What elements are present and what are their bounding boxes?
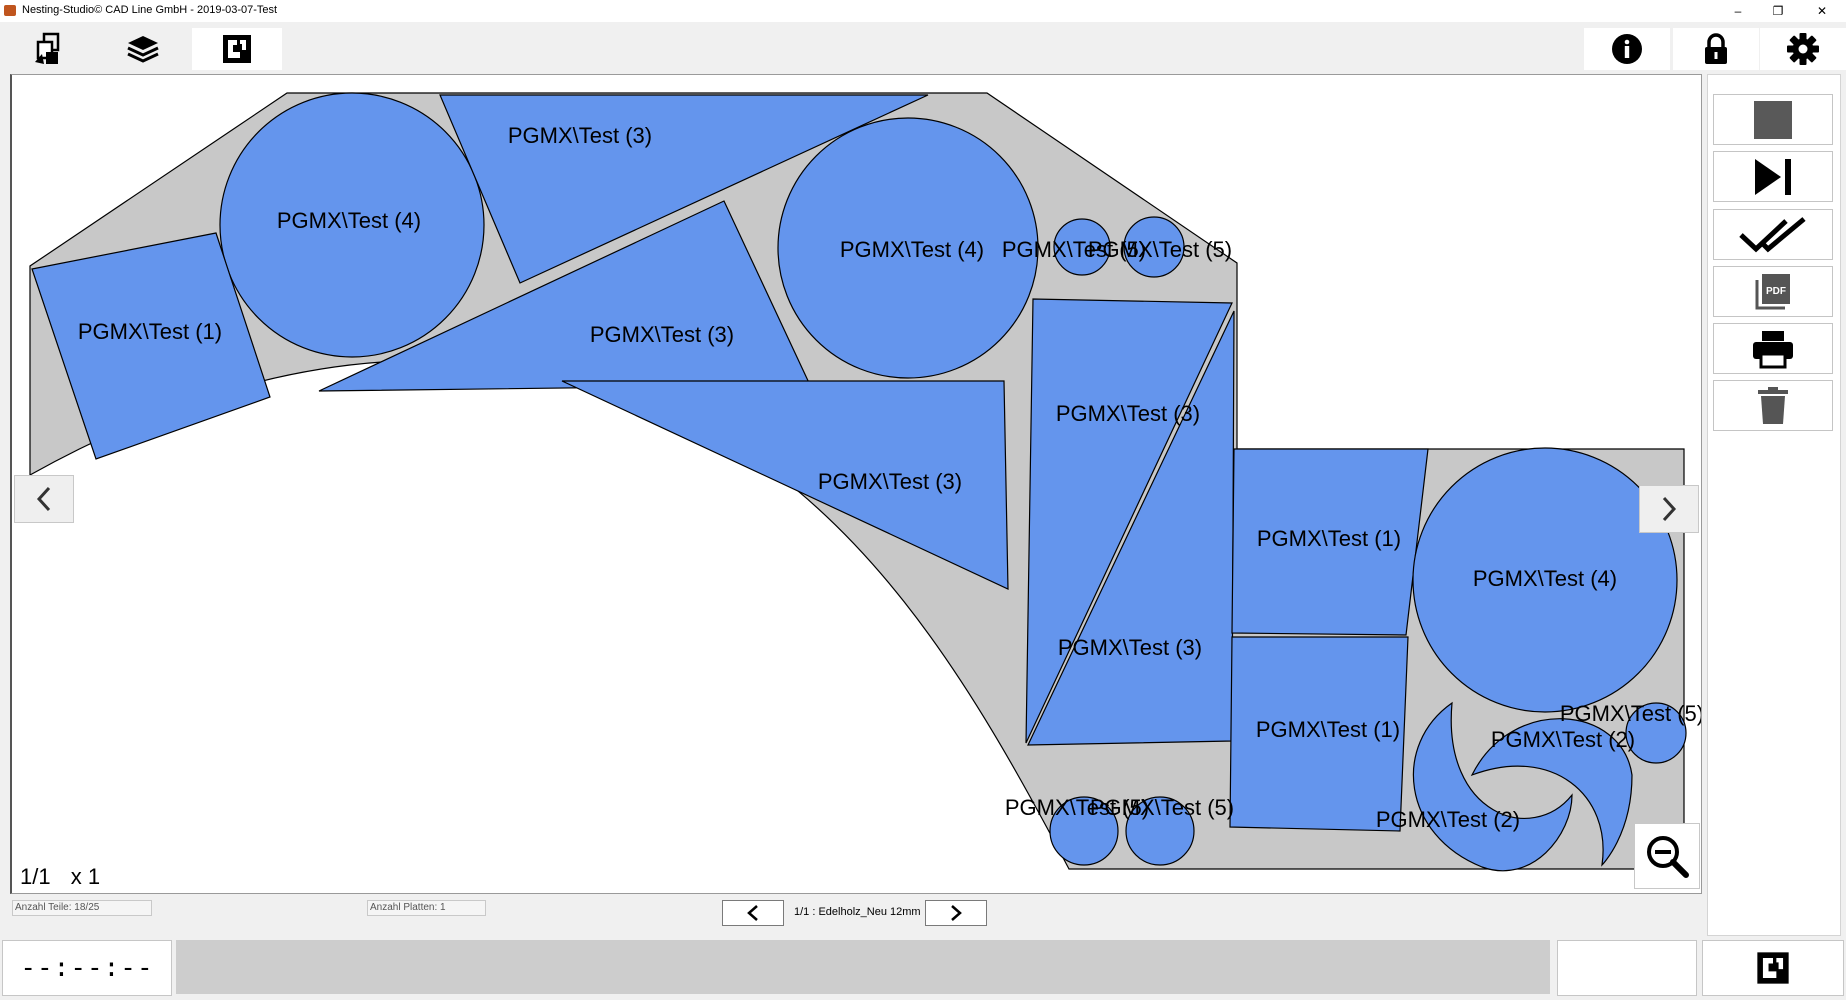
info-button[interactable] bbox=[1584, 28, 1670, 70]
part-label: PGMX\Test (3) bbox=[590, 322, 734, 347]
export-pdf-button[interactable]: PDF bbox=[1713, 266, 1833, 317]
sheet-counter: 1/1 bbox=[20, 864, 51, 889]
part-label: PGMX\Test (4) bbox=[1473, 566, 1617, 591]
tab-parts[interactable] bbox=[4, 28, 94, 70]
prev-material-button[interactable] bbox=[722, 900, 784, 926]
title-bar: Nesting-Studio© CAD Line GmbH - 2019-03-… bbox=[0, 0, 1846, 22]
action-sidebar: PDF bbox=[1707, 74, 1841, 936]
zoom-out-button[interactable] bbox=[1634, 823, 1700, 889]
chevron-right-icon bbox=[1662, 496, 1677, 522]
part-label: PGMX\Test (1) bbox=[1256, 717, 1400, 742]
chevron-left-icon bbox=[747, 905, 758, 921]
part-label: PGMX\Test (3) bbox=[818, 469, 962, 494]
part-label: PGMX\Test (1) bbox=[1257, 526, 1401, 551]
bottom-status-field bbox=[1557, 940, 1697, 996]
chevron-left-icon bbox=[36, 486, 51, 512]
stop-icon bbox=[1754, 100, 1792, 139]
prev-sheet-button[interactable] bbox=[14, 475, 74, 523]
lock-icon bbox=[1705, 33, 1727, 64]
part-label: PGMX\Test (2) bbox=[1491, 727, 1635, 752]
pdf-icon: PDF bbox=[1755, 273, 1790, 309]
nesting-canvas[interactable]: PGMX\Test (4) PGMX\Test (3) PGMX\Test (1… bbox=[10, 74, 1702, 894]
settings-button[interactable] bbox=[1760, 28, 1846, 70]
next-sheet-button[interactable] bbox=[1639, 485, 1699, 533]
tab-nesting[interactable] bbox=[192, 28, 282, 70]
progress-bar bbox=[176, 940, 1550, 994]
part-label: PGMX\Test (5) bbox=[1560, 701, 1701, 726]
trash-icon bbox=[1758, 386, 1788, 424]
part-label: PGMX\Test (4) bbox=[840, 237, 984, 262]
parts-count-field: Anzahl Teile: 18/25 bbox=[12, 900, 152, 916]
part-label: PGMX\Test (3) bbox=[1058, 635, 1202, 660]
lock-button[interactable] bbox=[1673, 28, 1759, 70]
delete-button[interactable] bbox=[1713, 380, 1833, 431]
part-label: PGMX\Test (1) bbox=[78, 319, 222, 344]
svg-text:PDF: PDF bbox=[1766, 286, 1786, 297]
minimize-button[interactable]: – bbox=[1716, 0, 1760, 22]
part-label: PGMX\Test (5) bbox=[1088, 237, 1232, 262]
layers-icon bbox=[127, 36, 159, 63]
plates-count-field: Anzahl Platten: 1 bbox=[367, 900, 486, 916]
app-icon bbox=[4, 5, 16, 16]
elapsed-timer: --:--:-- bbox=[2, 940, 172, 996]
start-nesting-button[interactable] bbox=[1702, 940, 1844, 996]
close-button[interactable]: ✕ bbox=[1800, 0, 1844, 22]
part-label: PGMX\Test (3) bbox=[1056, 401, 1200, 426]
sheet-info: 1/1 x 1 bbox=[20, 864, 100, 890]
main-toolbar bbox=[0, 22, 1846, 72]
sheet-multiplier: x 1 bbox=[70, 864, 101, 889]
zoom-out-icon bbox=[1647, 836, 1689, 878]
chevron-right-icon bbox=[951, 905, 962, 921]
part-label: PGMX\Test (2) bbox=[1376, 807, 1520, 832]
material-label: 1/1 : Edelholz_Neu 12mm bbox=[794, 906, 921, 918]
nesting-drawing: PGMX\Test (4) PGMX\Test (3) PGMX\Test (1… bbox=[29, 92, 1701, 872]
restore-button[interactable]: ❐ bbox=[1756, 0, 1800, 22]
double-check-icon bbox=[1739, 216, 1806, 252]
stop-button[interactable] bbox=[1713, 94, 1833, 145]
print-button[interactable] bbox=[1713, 323, 1833, 374]
window-title: Nesting-Studio© CAD Line GmbH - 2019-03-… bbox=[22, 4, 278, 16]
next-material-button[interactable] bbox=[925, 900, 987, 926]
tab-layers[interactable] bbox=[98, 28, 188, 70]
print-icon bbox=[1753, 330, 1793, 368]
part-label: PGMX\Test (4) bbox=[277, 208, 421, 233]
part-label: PGMX\Test (5) bbox=[1090, 795, 1234, 820]
parts-icon bbox=[35, 32, 60, 64]
skip-next-icon bbox=[1755, 158, 1791, 195]
part-label: PGMX\Test (3) bbox=[508, 123, 652, 148]
confirm-all-button[interactable] bbox=[1713, 209, 1833, 260]
nesting-icon bbox=[223, 35, 251, 63]
nesting-icon bbox=[1757, 952, 1789, 984]
gear-icon bbox=[1787, 33, 1819, 65]
info-icon bbox=[1612, 34, 1642, 64]
skip-next-button[interactable] bbox=[1713, 151, 1833, 202]
